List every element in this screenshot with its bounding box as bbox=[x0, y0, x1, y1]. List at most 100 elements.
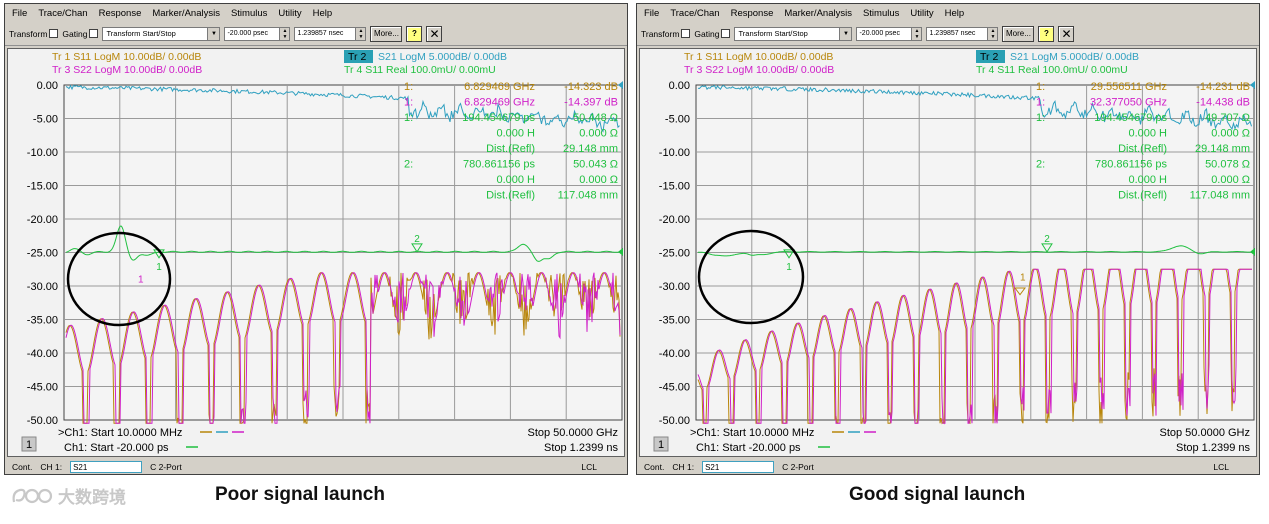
menu-response[interactable]: Response bbox=[99, 8, 142, 19]
chevron-down-icon: ▼ bbox=[839, 27, 852, 40]
status-active-param[interactable]: S21 bbox=[70, 461, 143, 473]
menu-file[interactable]: File bbox=[644, 8, 659, 19]
marker-response: -14.438 dB bbox=[1196, 97, 1250, 109]
y-tick-label: -15.00 bbox=[27, 181, 58, 193]
close-button[interactable]: ✕ bbox=[1058, 25, 1075, 42]
marker-response: 117.048 mm bbox=[1190, 190, 1250, 202]
trace-label-tr2: S21 LogM 5.000dB/ 0.00dB bbox=[1010, 51, 1139, 63]
y-tick-label: -25.00 bbox=[27, 248, 58, 260]
start-time-field[interactable]: -20.000 psec bbox=[224, 26, 281, 41]
marker-response: 0.000 Ω bbox=[579, 174, 618, 186]
status-cont: Cont. bbox=[12, 462, 33, 472]
menu-help[interactable]: Help bbox=[945, 8, 965, 19]
marker-stimulus: Dist.(Refl) bbox=[486, 143, 535, 155]
footer-start-time: Ch1: Start -20.000 ps bbox=[64, 442, 169, 454]
y-tick-label: -30.00 bbox=[659, 281, 690, 293]
spin-arrows-icon[interactable]: ▲ ▼ bbox=[356, 26, 367, 41]
menu-marker-analysis[interactable]: Marker/Analysis bbox=[152, 8, 220, 19]
marker-stimulus: 0.000 H bbox=[1128, 174, 1167, 186]
transform-toggle[interactable]: Transform bbox=[641, 29, 691, 39]
trace-plot: 0.00 -5.00 -10.00 -15.00 -20.00 -25.00 -30.00 -… bbox=[21, 50, 623, 454]
marker-index: 1: bbox=[1036, 112, 1045, 124]
gating-checkbox[interactable] bbox=[89, 29, 99, 38]
marker-flag-label: 2 bbox=[1044, 234, 1050, 245]
status-active-param[interactable]: S21 bbox=[702, 461, 775, 473]
status-bar: Cont. CH 1: S21 C 2-Port LCL bbox=[5, 459, 627, 475]
analyzer-window-good: File Trace/Chan Response Marker/Analysis… bbox=[636, 3, 1260, 475]
status-port: C 2-Port bbox=[150, 462, 182, 472]
transform-mode-select[interactable]: Transform Start/Stop ▼ bbox=[102, 26, 221, 41]
y-tick-label: -5.00 bbox=[33, 114, 58, 126]
menu-marker-analysis[interactable]: Marker/Analysis bbox=[784, 8, 852, 19]
menu-file[interactable]: File bbox=[12, 8, 27, 19]
transform-mode-value: Transform Start/Stop bbox=[106, 29, 176, 38]
stop-time-field[interactable]: 1.239857 nsec bbox=[294, 26, 357, 41]
start-time-field[interactable]: -20.000 psec bbox=[856, 26, 913, 41]
menu-help[interactable]: Help bbox=[313, 8, 333, 19]
spin-arrows-icon[interactable]: ▲ ▼ bbox=[280, 26, 291, 41]
menu-stimulus[interactable]: Stimulus bbox=[863, 8, 899, 19]
y-tick-label: -5.00 bbox=[665, 114, 690, 126]
chevron-down-icon: ▼ bbox=[207, 27, 220, 40]
menu-trace-chan[interactable]: Trace/Chan bbox=[670, 8, 719, 19]
close-button[interactable]: ✕ bbox=[426, 25, 443, 42]
transform-checkbox[interactable] bbox=[681, 29, 691, 38]
marker-response: 29.148 mm bbox=[563, 143, 618, 155]
trace-label-tr3: Tr 3 S22 LogM 10.00dB/ 0.00dB bbox=[684, 64, 834, 76]
logo-text: 大数跨境 bbox=[58, 488, 126, 507]
transform-checkbox[interactable] bbox=[49, 29, 59, 38]
menu-utility[interactable]: Utility bbox=[910, 8, 933, 19]
footer-stop-time: Stop 1.2399 ns bbox=[544, 442, 619, 454]
trace-display: 0.00 -5.00 -10.00 -15.00 -20.00 -25.00 -30.00 -… bbox=[7, 48, 625, 457]
stop-time-field[interactable]: 1.239857 nsec bbox=[926, 26, 989, 41]
menu-trace-chan[interactable]: Trace/Chan bbox=[38, 8, 87, 19]
gating-toggle[interactable]: Gating bbox=[62, 28, 99, 39]
analyzer-window-poor: File Trace/Chan Response Marker/Analysis… bbox=[4, 3, 628, 475]
help-button[interactable]: ? bbox=[1038, 25, 1055, 42]
trace-plot: 0.00 -5.00 -10.00 -15.00 -20.00 -25.00 -30.00 -… bbox=[653, 50, 1255, 454]
menu-stimulus[interactable]: Stimulus bbox=[231, 8, 267, 19]
marker-stimulus: 29.556511 GHz bbox=[1091, 81, 1167, 93]
help-button[interactable]: ? bbox=[406, 25, 423, 42]
caption-good: Good signal launch bbox=[849, 484, 1026, 505]
marker-response: 0.000 Ω bbox=[579, 128, 618, 140]
marker-stimulus: 194.454679 ps bbox=[1094, 112, 1167, 124]
menu-bar: File Trace/Chan Response Marker/Analysis… bbox=[5, 4, 627, 22]
menu-response[interactable]: Response bbox=[731, 8, 774, 19]
gating-checkbox[interactable] bbox=[721, 29, 731, 38]
s11-marker-label: 1 bbox=[1020, 273, 1026, 284]
y-tick-label: 0.00 bbox=[37, 80, 58, 92]
marker-flag-label: 1 bbox=[156, 262, 162, 273]
trace-label-tr1: Tr 1 S11 LogM 10.00dB/ 0.00dB bbox=[52, 51, 201, 63]
toolbar: Transform Gating Transform Start/Stop ▼ … bbox=[637, 22, 1259, 46]
marker-index: 2: bbox=[404, 159, 413, 171]
marker-response: 49.707 Ω bbox=[1205, 112, 1250, 124]
stop-time-stepper[interactable]: 1.239857 nsec ▲ ▼ bbox=[294, 26, 367, 41]
s11-marker-label: 1 bbox=[138, 275, 144, 286]
spin-arrows-icon[interactable]: ▲ ▼ bbox=[912, 26, 923, 41]
transform-mode-select[interactable]: Transform Start/Stop ▼ bbox=[734, 26, 853, 41]
transform-toggle[interactable]: Transform bbox=[9, 29, 59, 39]
marker-response: 0.000 Ω bbox=[1211, 174, 1250, 186]
marker-index: 1: bbox=[404, 112, 413, 124]
menu-utility[interactable]: Utility bbox=[278, 8, 301, 19]
start-time-stepper[interactable]: -20.000 psec ▲ ▼ bbox=[224, 26, 291, 41]
y-tick-label: -50.00 bbox=[27, 415, 58, 427]
marker-index: 1: bbox=[404, 81, 413, 93]
more-button[interactable]: More... bbox=[370, 25, 403, 42]
menu-bar: File Trace/Chan Response Marker/Analysis… bbox=[637, 4, 1259, 22]
start-time-stepper[interactable]: -20.000 psec ▲ ▼ bbox=[856, 26, 923, 41]
more-button[interactable]: More... bbox=[1002, 25, 1035, 42]
status-channel: CH 1: bbox=[672, 462, 695, 472]
marker-stimulus: 6.829469 GHz bbox=[464, 97, 535, 109]
channel-number: 1 bbox=[658, 439, 664, 451]
spin-arrows-icon[interactable]: ▲ ▼ bbox=[988, 26, 999, 41]
status-lcl: LCL bbox=[1213, 462, 1229, 472]
stop-time-stepper[interactable]: 1.239857 nsec ▲ ▼ bbox=[926, 26, 999, 41]
trace-label-tr1: Tr 1 S11 LogM 10.00dB/ 0.00dB bbox=[684, 51, 833, 63]
y-tick-label: -25.00 bbox=[659, 248, 690, 260]
footer-start-frequency: >Ch1: Start 10.0000 MHz bbox=[690, 427, 814, 439]
gating-label: Gating bbox=[62, 28, 88, 39]
gating-toggle[interactable]: Gating bbox=[694, 29, 731, 39]
marker-response: 117.048 mm bbox=[558, 190, 618, 202]
